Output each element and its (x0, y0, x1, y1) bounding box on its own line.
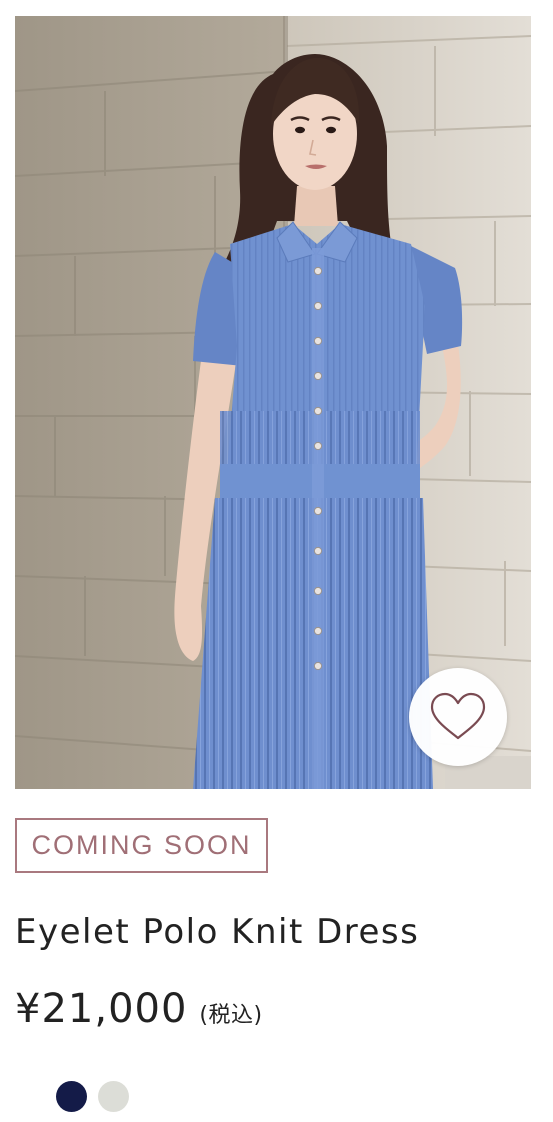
price-amount: ¥21,000 (15, 986, 188, 1032)
color-swatch-light-gray[interactable] (98, 1081, 129, 1112)
favorite-button[interactable] (409, 668, 507, 766)
price-tax-note: (税込) (199, 1003, 263, 1028)
product-card: COMING SOON Eyelet Polo Knit Dress ¥21,0… (0, 0, 553, 1122)
product-title[interactable]: Eyelet Polo Knit Dress (15, 908, 419, 956)
color-swatch-navy[interactable] (56, 1081, 87, 1112)
price: ¥21,000 (税込) (15, 982, 263, 1036)
color-swatches (56, 1081, 129, 1112)
heart-outline-icon (430, 692, 486, 740)
coming-soon-badge: COMING SOON (15, 818, 268, 873)
